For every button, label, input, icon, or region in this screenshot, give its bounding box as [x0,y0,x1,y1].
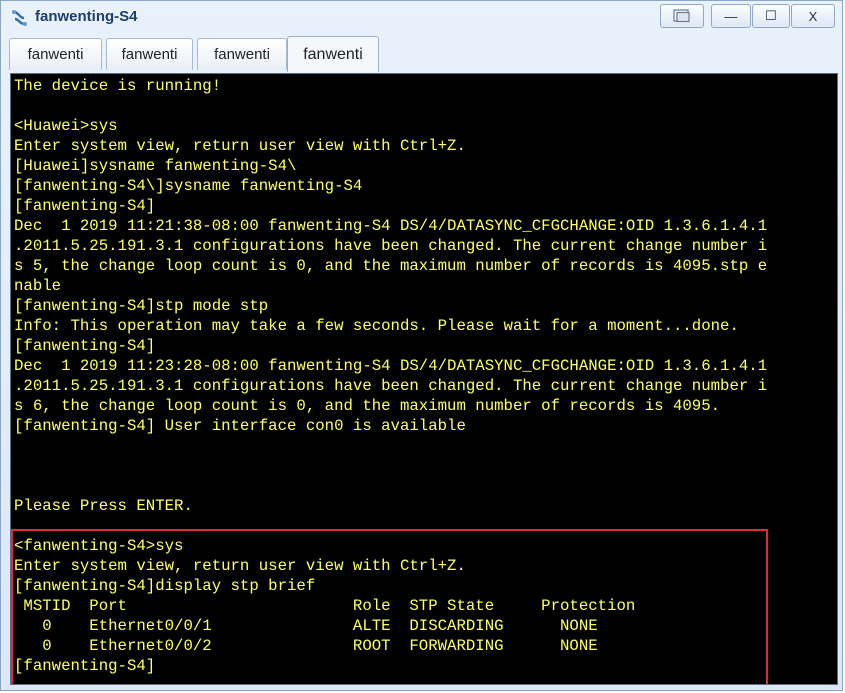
restore-window-button[interactable] [660,4,704,28]
stp-table-row: 0 Ethernet0/0/1 ALTE DISCARDING NONE [14,617,598,635]
minimize-button[interactable]: — [711,4,751,28]
app-window: fanwenting-S4 — ☐ X fanwenti fanwenti fa… [0,0,843,691]
console-line: s 6, the change loop count is 0, and the… [14,397,721,415]
console-line: s 5, the change loop count is 0, and the… [14,257,768,275]
console-line: Please Press ENTER. [14,497,193,515]
close-icon: X [808,8,818,24]
maximize-button[interactable]: ☐ [752,4,790,28]
title-bar[interactable]: fanwenting-S4 — ☐ X [1,1,842,35]
console-line: .2011.5.25.191.3.1 configurations have b… [14,377,768,395]
restore-window-icon [673,9,690,23]
console-line: [fanwenting-S4] User interface con0 is a… [14,417,466,435]
console-line: nable [14,277,62,295]
terminal-console[interactable]: The device is running! <Huawei>sys Enter… [10,73,838,685]
terminal-output: The device is running! <Huawei>sys Enter… [14,76,767,676]
console-line: [fanwenting-S4]display stp brief [14,577,316,595]
console-line: Info: This operation may take a few seco… [14,317,739,335]
console-line: [fanwenting-S4]stp mode stp [14,297,269,315]
tab-label: fanwenti [214,46,270,63]
console-line: <fanwenting-S4>sys [14,537,184,555]
console-line: <Huawei>sys [14,117,118,135]
console-line: .2011.5.25.191.3.1 configurations have b… [14,237,768,255]
console-line: [Huawei]sysname fanwenting-S4\ [14,157,297,175]
stp-table-header: MSTID Port Role STP State Protection [14,597,636,615]
minimize-icon: — [724,8,738,24]
maximize-icon: ☐ [765,8,777,23]
tab-session-1[interactable]: fanwenti [9,38,102,70]
console-line: [fanwenting-S4\]sysname fanwenting-S4 [14,177,363,195]
tab-bar: fanwenti fanwenti fanwenti fanwenti [7,36,837,72]
console-line: [fanwenting-S4] [14,337,156,355]
console-prompt: [fanwenting-S4] [14,657,156,675]
tab-label: fanwenti [303,45,363,63]
tab-session-3[interactable]: fanwenti [197,38,287,70]
console-line: Dec 1 2019 11:23:28-08:00 fanwenting-S4 … [14,357,768,375]
tab-session-2[interactable]: fanwenti [106,38,193,70]
window-title: fanwenting-S4 [35,8,138,25]
stp-table-row: 0 Ethernet0/0/2 ROOT FORWARDING NONE [14,637,598,655]
close-button[interactable]: X [791,4,835,28]
console-line: Enter system view, return user view with… [14,137,466,155]
tab-session-4-active[interactable]: fanwenti [287,36,379,72]
tab-label: fanwenti [27,46,84,63]
tab-label: fanwenti [121,46,178,63]
console-line: [fanwenting-S4] [14,197,156,215]
console-line: Enter system view, return user view with… [14,557,466,575]
console-line: The device is running! [14,77,222,95]
console-line: Dec 1 2019 11:21:38-08:00 fanwenting-S4 … [14,217,768,235]
network-device-icon [12,10,27,26]
